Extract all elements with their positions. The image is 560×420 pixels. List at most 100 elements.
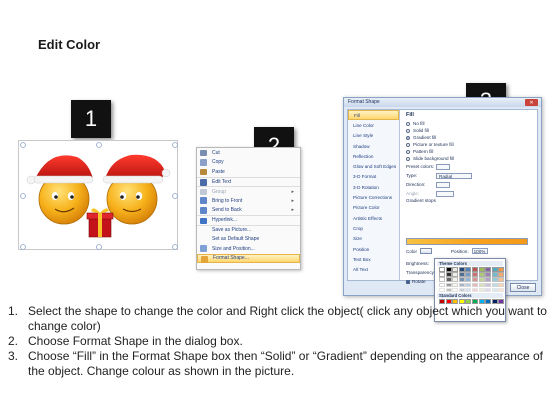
color-swatch[interactable] xyxy=(471,282,478,288)
color-swatch[interactable] xyxy=(498,282,505,288)
color-swatch[interactable] xyxy=(439,282,445,288)
menu-item-paste[interactable]: Paste xyxy=(197,167,300,177)
color-swatch[interactable] xyxy=(465,277,472,282)
nav-item-fill[interactable]: Fill xyxy=(348,110,399,121)
nav-item-position[interactable]: Position xyxy=(348,244,399,254)
close-icon[interactable]: ✕ xyxy=(525,99,538,106)
color-swatch[interactable] xyxy=(445,277,452,282)
color-swatch[interactable] xyxy=(485,282,492,288)
color-swatch[interactable] xyxy=(471,272,478,277)
emoticon-shape-panel[interactable] xyxy=(18,140,178,250)
menu-item-bring-to-front[interactable]: Bring to Front ▸ xyxy=(197,196,300,206)
nav-item-3d-format[interactable]: 3-D Format xyxy=(348,172,399,182)
color-swatch[interactable] xyxy=(498,287,505,293)
menu-item-send-to-back[interactable]: Send to Back ▸ xyxy=(197,206,300,216)
type-dropdown[interactable]: Radial xyxy=(436,172,472,179)
nav-item-text-box[interactable]: Text Box xyxy=(348,254,399,264)
radio-solid-fill[interactable]: Solid fill xyxy=(406,127,535,134)
color-swatch[interactable] xyxy=(491,287,498,293)
radio-pattern-fill[interactable]: Pattern fill xyxy=(406,148,535,155)
menu-item-edit-text[interactable]: Edit Text xyxy=(197,176,300,187)
color-swatch[interactable] xyxy=(458,267,465,272)
menu-item-size-and-position[interactable]: Size and Position... xyxy=(197,244,300,254)
color-swatch[interactable] xyxy=(445,272,452,277)
rotate-row[interactable]: Rotate xyxy=(406,277,435,286)
menu-item-set-default-shape[interactable]: Set as Default Shape xyxy=(197,234,300,244)
color-swatch[interactable] xyxy=(491,267,498,272)
color-swatch[interactable] xyxy=(498,267,505,272)
gradient-stops-bar[interactable] xyxy=(406,238,528,245)
color-swatch[interactable] xyxy=(458,287,465,293)
radio-no-fill[interactable]: No fill xyxy=(406,120,535,127)
color-swatch[interactable] xyxy=(465,272,472,277)
color-swatch[interactable] xyxy=(498,277,505,282)
color-swatch[interactable] xyxy=(465,282,472,288)
color-swatch[interactable] xyxy=(458,272,465,277)
nav-item-picture-corrections[interactable]: Picture Corrections xyxy=(348,192,399,202)
color-swatch[interactable] xyxy=(478,267,485,272)
color-swatch[interactable] xyxy=(452,287,459,293)
color-swatch[interactable] xyxy=(452,277,459,282)
color-swatch[interactable] xyxy=(439,277,445,282)
type-row: Type: Radial xyxy=(406,171,535,180)
color-swatch[interactable] xyxy=(452,267,459,272)
nav-item-artistic-effects[interactable]: Artistic Effects xyxy=(348,213,399,223)
menu-item-label: Size and Position... xyxy=(212,245,255,252)
menu-item-format-shape[interactable]: Format Shape... xyxy=(197,253,300,264)
color-swatch[interactable] xyxy=(465,267,472,272)
color-swatch[interactable] xyxy=(478,287,485,293)
fill-heading: Fill xyxy=(406,112,414,118)
nav-item-glow[interactable]: Glow and Soft Edges xyxy=(348,161,399,171)
nav-item-reflection[interactable]: Reflection xyxy=(348,151,399,161)
nav-item-alt-text[interactable]: Alt Text xyxy=(348,264,399,274)
color-swatch[interactable] xyxy=(445,287,452,293)
color-swatch[interactable] xyxy=(485,267,492,272)
color-swatch[interactable] xyxy=(458,282,465,288)
menu-item-hyperlink[interactable]: Hyperlink... xyxy=(197,215,300,225)
color-swatch[interactable] xyxy=(471,287,478,293)
color-swatch[interactable] xyxy=(491,282,498,288)
color-swatch[interactable] xyxy=(452,272,459,277)
color-swatch[interactable] xyxy=(485,272,492,277)
color-swatch[interactable] xyxy=(471,267,478,272)
color-swatch[interactable] xyxy=(485,287,492,293)
nav-item-3d-rotation[interactable]: 3-D Rotation xyxy=(348,182,399,192)
radio-slide-background-fill[interactable]: Slide background fill xyxy=(406,155,535,162)
nav-item-size[interactable]: Size xyxy=(348,234,399,244)
color-swatch[interactable] xyxy=(491,277,498,282)
angle-input[interactable] xyxy=(436,190,454,197)
menu-item-cut[interactable]: Cut xyxy=(197,148,300,158)
color-swatch[interactable] xyxy=(498,272,505,277)
nav-item-line-style[interactable]: Line Style xyxy=(348,131,399,141)
color-swatch[interactable] xyxy=(465,287,472,293)
radio-gradient-fill[interactable]: Gradient fill xyxy=(406,134,535,141)
preset-colors-dropdown[interactable] xyxy=(436,163,450,170)
nav-item-picture-color[interactable]: Picture Color xyxy=(348,203,399,213)
position-input[interactable]: 100% xyxy=(471,248,488,254)
color-swatch[interactable] xyxy=(478,277,485,282)
color-swatch[interactable] xyxy=(439,287,445,293)
bring-front-icon xyxy=(200,197,207,204)
color-swatch[interactable] xyxy=(439,272,445,277)
color-picker-button[interactable] xyxy=(419,248,432,254)
color-swatch[interactable] xyxy=(445,282,452,288)
color-swatch[interactable] xyxy=(485,277,492,282)
menu-item-copy[interactable]: Copy xyxy=(197,158,300,168)
color-swatch[interactable] xyxy=(445,267,452,272)
color-swatch[interactable] xyxy=(458,277,465,282)
nav-item-line-color[interactable]: Line Color xyxy=(348,120,399,130)
nav-item-crop[interactable]: Crop xyxy=(348,223,399,233)
menu-item-save-as-picture[interactable]: Save as Picture... xyxy=(197,224,300,235)
radio-picture-fill[interactable]: Picture or texture fill xyxy=(406,141,535,148)
color-swatch[interactable] xyxy=(471,277,478,282)
color-swatch[interactable] xyxy=(439,267,445,272)
menu-item-group[interactable]: Group ▸ xyxy=(197,186,300,196)
nav-item-shadow[interactable]: Shadow xyxy=(348,141,399,151)
close-button[interactable]: Close xyxy=(510,283,536,292)
color-swatch[interactable] xyxy=(478,272,485,277)
color-swatch[interactable] xyxy=(478,282,485,288)
santa-emoticons-image[interactable] xyxy=(19,141,179,251)
color-swatch[interactable] xyxy=(491,272,498,277)
direction-dropdown[interactable] xyxy=(436,181,450,188)
color-swatch[interactable] xyxy=(452,282,459,288)
